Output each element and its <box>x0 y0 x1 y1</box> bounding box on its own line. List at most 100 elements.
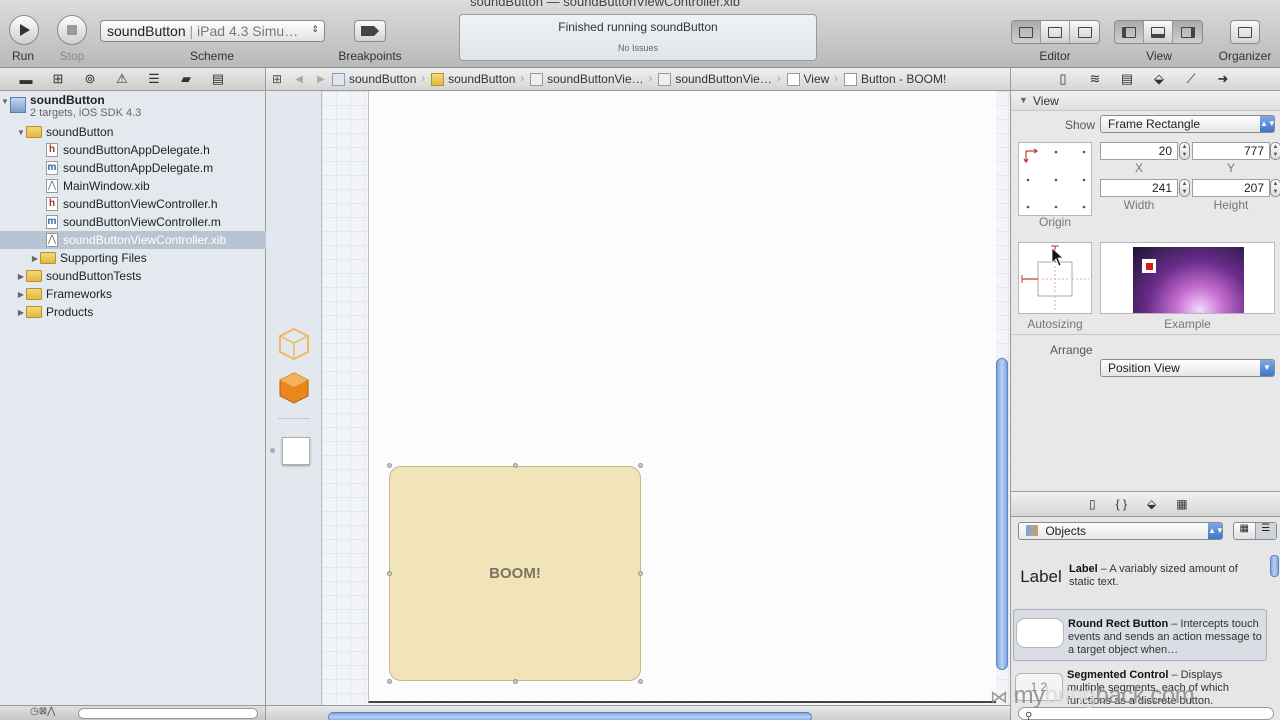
height-field[interactable]: 207 <box>1192 179 1270 197</box>
list-item[interactable]: h soundButtonAppDelegate.h <box>0 141 266 159</box>
breadcrumb-label: Button - BOOM! <box>860 72 947 86</box>
filter-search-field[interactable] <box>78 708 258 719</box>
section-header[interactable]: ▼ View <box>1011 91 1280 111</box>
list-item[interactable]: h soundButtonViewController.h <box>0 195 266 213</box>
related-items-icon[interactable]: ⊞ <box>266 72 288 86</box>
issue-navigator-icon[interactable]: ⚠ <box>114 71 130 86</box>
inspector-selector-bar: ▯ ≋ ▤ ⬙ ⟋ ➜ <box>1010 68 1280 91</box>
list-view-icon[interactable]: ☰ <box>1255 523 1276 539</box>
size-inspector-icon[interactable]: ⟋ <box>1183 71 1199 86</box>
navigator-toggle-icon[interactable] <box>1115 21 1144 43</box>
disclosure-open-icon[interactable]: ▼ <box>1019 95 1028 105</box>
horizontal-scrollbar[interactable] <box>328 712 812 720</box>
disclosure-closed-icon[interactable]: ▶ <box>30 254 40 263</box>
vertical-scrollbar[interactable] <box>996 358 1008 670</box>
stop-button[interactable] <box>57 15 87 45</box>
list-item[interactable]: m soundButtonAppDelegate.m <box>0 159 266 177</box>
resize-handle[interactable] <box>513 679 518 684</box>
list-item[interactable]: ▼ soundButton <box>0 123 266 141</box>
files-owner-icon[interactable] <box>278 327 310 361</box>
run-button[interactable] <box>9 15 39 45</box>
boom-button[interactable]: BOOM! <box>389 466 641 681</box>
version-editor-icon[interactable] <box>1070 21 1099 43</box>
attributes-inspector-icon[interactable]: ⬙ <box>1151 71 1167 86</box>
breakpoint-navigator-icon[interactable]: ▰ <box>178 71 194 86</box>
list-item[interactable]: ▶ Frameworks <box>0 285 266 303</box>
ib-dock <box>266 91 322 705</box>
breadcrumb-item[interactable]: soundButtonVie… › <box>658 72 786 86</box>
y-stepper[interactable]: ▲ ▼ <box>1270 142 1280 160</box>
scheme-popup[interactable]: soundButton | iPad 4.3 Simu… ⇕ <box>100 20 325 42</box>
arrange-label: Arrange <box>1050 343 1093 357</box>
back-arrow-icon[interactable]: ◀ <box>288 74 310 85</box>
editor-segmented-control[interactable] <box>1011 20 1100 44</box>
x-field[interactable]: 20 <box>1100 142 1178 160</box>
breadcrumb-item[interactable]: soundButtonVie… › <box>530 72 658 86</box>
quick-help-icon[interactable]: ≋ <box>1087 71 1103 86</box>
filter-options-icon[interactable]: ◷⊠⋀ <box>30 706 55 717</box>
organizer-button[interactable] <box>1230 20 1260 44</box>
file-inspector-icon[interactable]: ▯ <box>1055 71 1071 86</box>
search-navigator-icon[interactable]: ⊚ <box>82 71 98 86</box>
height-stepper[interactable]: ▲ ▼ <box>1270 179 1280 197</box>
symbol-navigator-icon[interactable]: ⊞ <box>50 71 66 86</box>
watermark-text: bring <box>1044 682 1096 709</box>
list-item-selected[interactable]: ⋀ soundButtonViewController.xib <box>0 231 266 249</box>
code-snippet-library-icon[interactable]: { } <box>1116 497 1127 511</box>
connections-inspector-icon[interactable]: ➜ <box>1215 71 1231 86</box>
resize-handle[interactable] <box>387 463 392 468</box>
list-item[interactable]: ▶ soundButtonTests <box>0 267 266 285</box>
resize-handle[interactable] <box>638 463 643 468</box>
list-item-label: soundButtonTests <box>46 269 142 283</box>
library-scrollbar[interactable] <box>1270 555 1279 577</box>
library-category-popup[interactable]: Objects ▲▼ <box>1018 522 1224 540</box>
width-field[interactable]: 241 <box>1100 179 1178 197</box>
list-item[interactable]: ⋀ MainWindow.xib <box>0 177 266 195</box>
dock-expand-handle[interactable] <box>270 448 275 453</box>
debug-navigator-icon[interactable]: ☰ <box>146 71 162 86</box>
project-row[interactable]: ▼ soundButton 2 targets, iOS SDK 4.3 <box>0 93 266 121</box>
file-template-library-icon[interactable]: ▯ <box>1089 497 1096 511</box>
object-library-icon[interactable]: ⬙ <box>1147 497 1156 511</box>
resize-handle[interactable] <box>387 571 392 576</box>
library-item-round-rect-button[interactable]: Round Rect Button – Intercepts touch eve… <box>1013 609 1267 661</box>
utilities-toggle-icon[interactable] <box>1173 21 1202 43</box>
disclosure-closed-icon[interactable]: ▶ <box>16 272 26 281</box>
first-responder-icon[interactable] <box>278 371 310 405</box>
list-item[interactable]: ▶ Supporting Files <box>0 249 266 267</box>
disclosure-open-icon[interactable]: ▼ <box>0 97 10 106</box>
breadcrumb-item[interactable]: View › <box>786 72 844 86</box>
forward-arrow-icon[interactable]: ▶ <box>310 74 332 85</box>
library-view-mode[interactable]: ▦ ☰ <box>1233 522 1277 540</box>
resize-handle[interactable] <box>638 679 643 684</box>
list-item[interactable]: m soundButtonViewController.m <box>0 213 266 231</box>
breadcrumb-item[interactable]: soundButton › <box>332 72 431 86</box>
assistant-editor-icon[interactable] <box>1041 21 1070 43</box>
identity-inspector-icon[interactable]: ▤ <box>1119 71 1135 86</box>
resize-handle[interactable] <box>638 571 643 576</box>
breadcrumb-item[interactable]: Button - BOOM! <box>843 72 952 86</box>
disclosure-open-icon[interactable]: ▼ <box>16 128 26 137</box>
standard-editor-icon[interactable] <box>1012 21 1041 43</box>
icon-view-icon[interactable]: ▦ <box>1234 523 1256 539</box>
disclosure-closed-icon[interactable]: ▶ <box>16 308 26 317</box>
breadcrumb-item[interactable]: soundButton › <box>431 72 530 86</box>
origin-selector[interactable] <box>1018 142 1092 216</box>
disclosure-closed-icon[interactable]: ▶ <box>16 290 26 299</box>
view-segmented-control[interactable] <box>1114 20 1203 44</box>
arrange-popup[interactable]: Position View ▼ <box>1100 359 1275 377</box>
width-stepper[interactable]: ▲ ▼ <box>1179 179 1190 197</box>
list-item[interactable]: ▶ Products <box>0 303 266 321</box>
view-object-icon[interactable] <box>282 437 310 465</box>
resize-handle[interactable] <box>513 463 518 468</box>
project-navigator-icon[interactable]: ▬ <box>18 72 34 87</box>
library-item-label[interactable]: Label Label – A variably sized amount of… <box>1013 555 1267 605</box>
show-popup[interactable]: Frame Rectangle ▲▼ <box>1100 115 1276 133</box>
resize-handle[interactable] <box>387 679 392 684</box>
y-field[interactable]: 777 <box>1192 142 1270 160</box>
log-navigator-icon[interactable]: ▤ <box>210 71 226 86</box>
x-stepper[interactable]: ▲ ▼ <box>1179 142 1190 160</box>
breakpoints-button[interactable] <box>354 20 386 42</box>
media-library-icon[interactable]: ▦ <box>1176 497 1187 511</box>
debug-toggle-icon[interactable] <box>1144 21 1173 43</box>
